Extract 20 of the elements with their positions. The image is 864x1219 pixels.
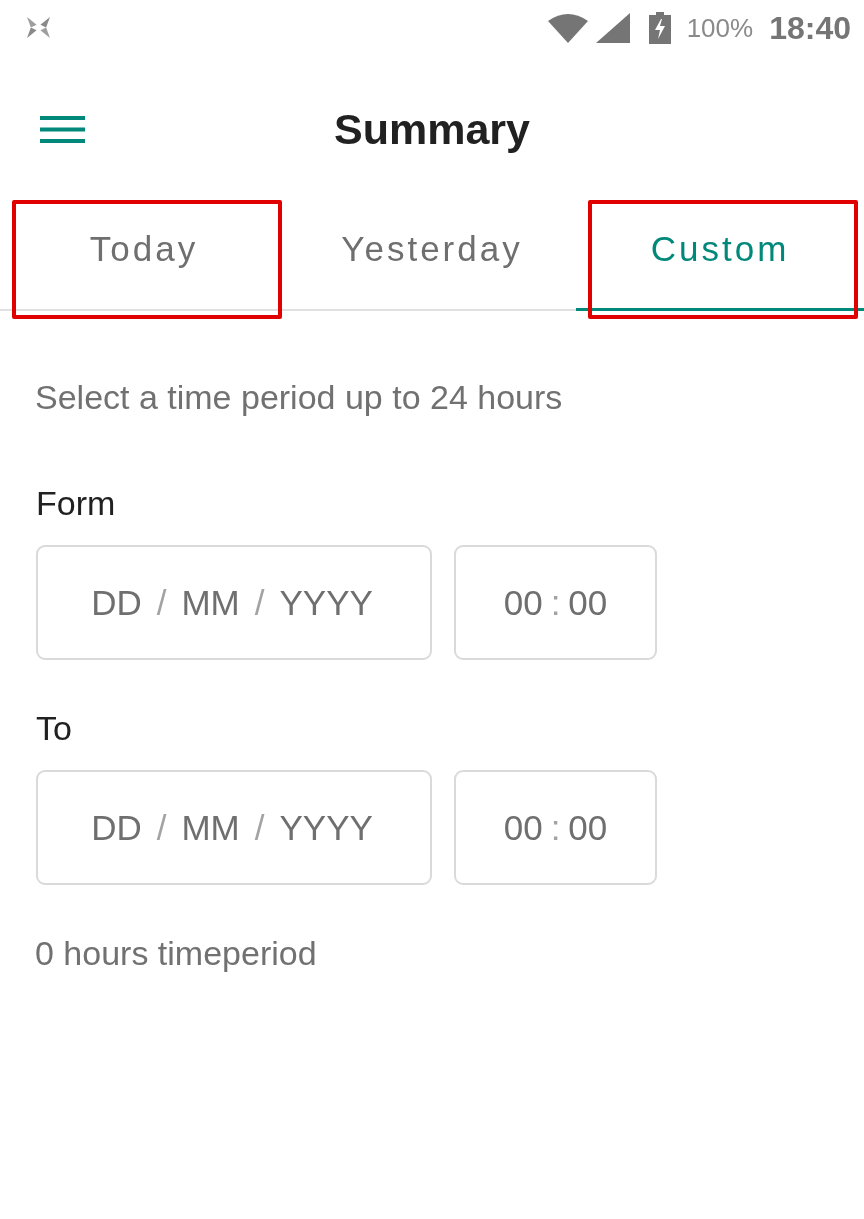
menu-button[interactable] <box>38 113 87 145</box>
duration-text: 0 hours timeperiod <box>35 933 318 973</box>
tab[interactable]: Custom <box>576 203 864 311</box>
tab[interactable]: Today <box>0 203 288 311</box>
battery-charging-icon <box>648 11 671 44</box>
time-field[interactable]: 00 : 00 <box>454 545 657 660</box>
time-field[interactable]: 00 : 00 <box>454 770 657 885</box>
notification-icon <box>27 17 50 38</box>
date-field[interactable]: DD / MM / YYYY <box>36 770 432 885</box>
instruction-text: Select a time period up to 24 hours <box>35 377 564 417</box>
tab[interactable]: Yesterday <box>288 203 576 311</box>
screen-title: Summary <box>334 104 530 154</box>
field-label: Form <box>35 483 117 523</box>
date-field[interactable]: DD / MM / YYYY <box>36 545 432 660</box>
signal-icon <box>595 12 630 43</box>
field-label: To <box>35 708 73 748</box>
battery-percentage: 100% <box>686 12 754 43</box>
clock-time: 18:40 <box>769 9 851 46</box>
wifi-icon <box>547 12 588 43</box>
menu-icon <box>40 115 85 143</box>
